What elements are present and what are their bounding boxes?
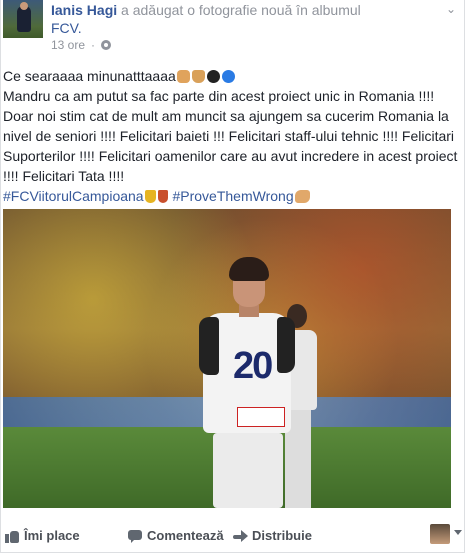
clap-emoji-icon (176, 70, 190, 83)
shirt-sponsor-logo (237, 407, 285, 427)
viewer-avatar[interactable] (430, 524, 450, 544)
blue-circle-emoji-icon (221, 70, 235, 83)
post-line-3: Doar noi stim cat de mult am muncit sa a… (3, 108, 458, 184)
post-meta: 13 ore · (51, 38, 112, 52)
like-label: Îmi place (24, 528, 80, 543)
comment-button[interactable]: Comentează (128, 528, 224, 543)
post-line-1: Ce searaaaa minunatttaaaa (3, 68, 176, 84)
muscle-emoji-icon (294, 190, 310, 203)
post-photo[interactable]: 20 (3, 209, 451, 508)
post-line-2: Mandru ca am putut sa fac parte din aces… (3, 88, 435, 104)
like-button[interactable]: Îmi place (5, 528, 80, 543)
post-timestamp[interactable]: 13 ore (51, 38, 85, 52)
pray-emoji-icon (191, 70, 205, 83)
hashtag-fcviitorul[interactable]: #FCViitorulCampioana (3, 188, 144, 204)
thumbs-up-icon (5, 529, 19, 543)
chevron-down-icon[interactable] (454, 530, 462, 535)
post-text: Ce searaaaa minunatttaaaa Mandru ca am p… (3, 66, 458, 206)
shirt-number: 20 (233, 345, 273, 387)
comment-icon (128, 529, 142, 543)
post-action-text: a adăugat o fotografie nouă în albumul (121, 2, 361, 18)
share-label: Distribuie (252, 528, 312, 543)
trophy-emoji-icon (144, 190, 156, 203)
hashtag-provethemwrong[interactable]: #ProveThemWrong (172, 188, 293, 204)
share-arrow-icon (233, 529, 248, 543)
black-circle-emoji-icon (206, 70, 220, 83)
post-header: Ianis Hagi a adăugat o fotografie nouă î… (51, 1, 451, 37)
post-options-chevron-icon[interactable]: ⌄ (446, 2, 456, 16)
author-avatar[interactable] (3, 0, 43, 38)
author-name[interactable]: Ianis Hagi (51, 2, 117, 18)
post-card: Ianis Hagi a adăugat o fotografie nouă î… (0, 0, 465, 553)
player-figure: 20 (199, 257, 295, 508)
medal-emoji-icon (157, 190, 168, 203)
share-button[interactable]: Distribuie (233, 528, 312, 543)
album-link[interactable]: FCV. (51, 20, 82, 36)
action-bar: Îmi place Comentează Distribuie (1, 520, 464, 550)
comment-label: Comentează (147, 528, 224, 543)
globe-icon[interactable] (101, 40, 112, 50)
